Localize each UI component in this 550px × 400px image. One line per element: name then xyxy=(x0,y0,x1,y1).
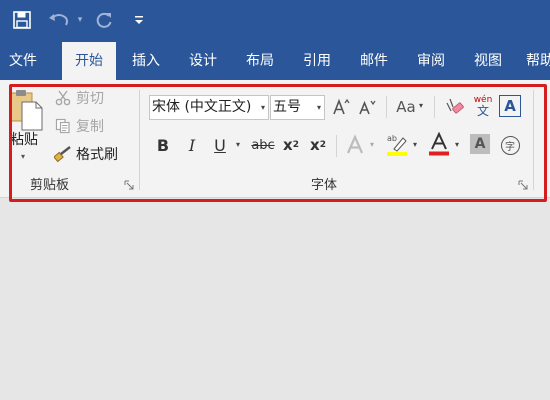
tab-insert[interactable]: 插入 xyxy=(120,42,172,80)
customize-quick-access-icon[interactable] xyxy=(132,8,146,32)
change-case-dropdown-icon[interactable]: ▾ xyxy=(419,101,423,110)
highlight-color-dropdown-icon[interactable]: ▾ xyxy=(413,140,417,149)
phonetic-guide-char: 文 xyxy=(476,103,489,118)
font-name-combobox[interactable]: 宋体 (中文正文) ▾ xyxy=(149,95,269,120)
undo-dropdown-icon[interactable]: ▾ xyxy=(74,8,86,32)
group-separator xyxy=(533,90,534,190)
strikethrough-button[interactable]: abc xyxy=(250,133,276,157)
enclose-characters-button[interactable]: 字 xyxy=(498,133,522,157)
italic-button[interactable]: I xyxy=(181,133,203,157)
text-effects-icon xyxy=(346,134,364,154)
subscript-button[interactable]: x2 xyxy=(280,133,302,157)
separator xyxy=(386,96,387,118)
text-effects-dropdown-icon[interactable]: ▾ xyxy=(370,140,374,149)
font-dialog-launcher-icon[interactable] xyxy=(518,180,528,190)
subscript-label: x xyxy=(283,136,293,154)
separator xyxy=(434,96,435,118)
ribbon-tab-bar: 文件 开始 插入 设计 布局 引用 邮件 审阅 视图 帮助 xyxy=(0,42,550,80)
bold-button[interactable]: B xyxy=(152,133,174,157)
copy-label: 复制 xyxy=(76,119,104,135)
superscript-mark: 2 xyxy=(319,140,326,150)
superscript-label: x xyxy=(310,136,320,154)
paintbrush-icon xyxy=(54,145,72,163)
font-color-icon xyxy=(429,132,449,156)
underline-dropdown-icon[interactable]: ▾ xyxy=(236,140,240,149)
font-size-value: 五号 xyxy=(273,99,301,115)
group-separator xyxy=(139,90,140,190)
tab-review[interactable]: 审阅 xyxy=(405,42,457,80)
character-border-icon: A xyxy=(504,97,516,115)
undo-icon[interactable] xyxy=(46,8,72,32)
underline-label: U xyxy=(214,135,226,155)
title-bar: ▾ xyxy=(0,0,550,42)
tab-layout[interactable]: 布局 xyxy=(234,42,286,80)
subscript-mark: 2 xyxy=(292,140,299,150)
character-border-button[interactable]: A xyxy=(499,95,521,117)
tab-mailings[interactable]: 邮件 xyxy=(348,42,400,80)
cut-label: 剪切 xyxy=(76,91,104,107)
clipboard-dialog-launcher-icon[interactable] xyxy=(124,180,134,190)
enclose-characters-icon: 字 xyxy=(500,135,520,155)
change-case-label: Aa xyxy=(396,98,416,116)
copy-icon xyxy=(54,117,72,135)
font-name-value: 宋体 (中文正文) xyxy=(152,99,252,115)
highlighter-icon: ab xyxy=(387,134,407,156)
shrink-font-icon xyxy=(359,100,376,115)
font-size-dropdown-icon[interactable]: ▾ xyxy=(317,96,321,119)
tab-view[interactable]: 视图 xyxy=(462,42,514,80)
svg-text:ab: ab xyxy=(387,134,397,143)
phonetic-guide-button[interactable]: wén 文 xyxy=(472,94,494,118)
text-highlight-color-button[interactable]: ab xyxy=(384,132,410,156)
copy-button[interactable]: 复制 xyxy=(54,115,104,137)
tab-references[interactable]: 引用 xyxy=(291,42,343,80)
paste-label: 粘贴 xyxy=(10,132,38,148)
strikethrough-label: abc xyxy=(251,137,275,153)
italic-label: I xyxy=(188,135,196,155)
separator xyxy=(336,135,337,157)
scissors-icon xyxy=(54,89,72,107)
font-color-dropdown-icon[interactable]: ▾ xyxy=(455,140,459,149)
paste-button[interactable] xyxy=(6,86,46,166)
tab-design[interactable]: 设计 xyxy=(177,42,229,80)
superscript-button[interactable]: x2 xyxy=(307,133,329,157)
paste-icon xyxy=(9,90,43,131)
bold-label: B xyxy=(156,135,170,155)
grow-font-icon xyxy=(333,98,350,115)
text-effects-button[interactable] xyxy=(343,133,367,157)
character-shading-icon: A xyxy=(474,136,486,152)
underline-button[interactable]: U xyxy=(209,133,231,157)
format-painter-button[interactable]: 格式刷 xyxy=(54,143,118,165)
format-painter-label: 格式刷 xyxy=(76,147,118,163)
tab-file[interactable]: 文件 xyxy=(0,42,46,80)
font-group-label: 字体 xyxy=(311,178,338,193)
font-name-dropdown-icon[interactable]: ▾ xyxy=(258,96,265,119)
font-color-button[interactable] xyxy=(427,132,451,156)
shrink-font-button[interactable] xyxy=(356,95,378,119)
redo-icon[interactable] xyxy=(92,8,116,32)
font-size-combobox[interactable]: 五号 ▾ xyxy=(270,95,325,120)
change-case-button[interactable]: Aa xyxy=(394,95,418,119)
clipboard-group-label: 剪贴板 xyxy=(30,178,70,193)
character-shading-button[interactable]: A xyxy=(470,134,490,154)
clear-formatting-icon xyxy=(446,98,464,114)
paste-dropdown-icon[interactable]: ▾ xyxy=(21,152,25,161)
cut-button[interactable]: 剪切 xyxy=(54,87,104,109)
grow-font-button[interactable] xyxy=(330,95,352,119)
tab-home[interactable]: 开始 xyxy=(62,42,116,80)
save-icon[interactable] xyxy=(10,8,34,32)
clear-formatting-button[interactable] xyxy=(442,95,466,119)
tab-help[interactable]: 帮助 xyxy=(526,42,550,80)
